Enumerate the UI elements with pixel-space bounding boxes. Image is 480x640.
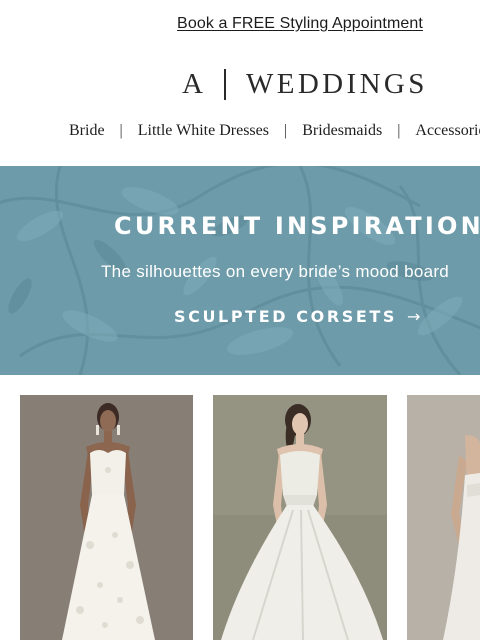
arrow-right-icon: → <box>407 307 421 326</box>
product-image-3[interactable] <box>407 395 480 640</box>
nav-item-bridesmaids[interactable]: Bridesmaids <box>302 122 382 140</box>
banner-headline: CURRENT INSPIRATION <box>114 212 480 240</box>
nav-item-little-white-dresses[interactable]: Little White Dresses <box>138 122 269 140</box>
nav-separator: | <box>119 122 123 139</box>
logo-wordmark: WEDDINGS <box>245 67 428 100</box>
sculpted-corsets-link[interactable]: SCULPTED CORSETS → <box>174 307 420 326</box>
nav-separator: | <box>283 122 288 139</box>
banner-subheadline: The silhouettes on every bride’s mood bo… <box>101 262 450 281</box>
nav-item-bride[interactable]: Bride <box>69 122 105 140</box>
dress-photo-1 <box>20 395 193 640</box>
dress-photo-3 <box>407 395 480 640</box>
logo-divider <box>223 68 226 100</box>
nav-item-accessories[interactable]: Accessories <box>415 122 480 140</box>
product-image-1[interactable] <box>20 395 193 640</box>
logo[interactable]: A WEDDINGS <box>182 66 428 102</box>
book-styling-appointment-link[interactable]: Book a FREE Styling Appointment <box>0 15 480 33</box>
nav-separator: | <box>397 122 401 139</box>
dress-photo-2 <box>213 395 387 640</box>
inspiration-banner[interactable]: CURRENT INSPIRATION The silhouettes on e… <box>0 166 480 375</box>
logo-mark: A <box>182 67 204 100</box>
product-image-2[interactable] <box>213 395 387 640</box>
main-nav: Bride | Little White Dresses | Bridesmai… <box>69 122 480 140</box>
cta-label: SCULPTED CORSETS <box>174 307 398 326</box>
